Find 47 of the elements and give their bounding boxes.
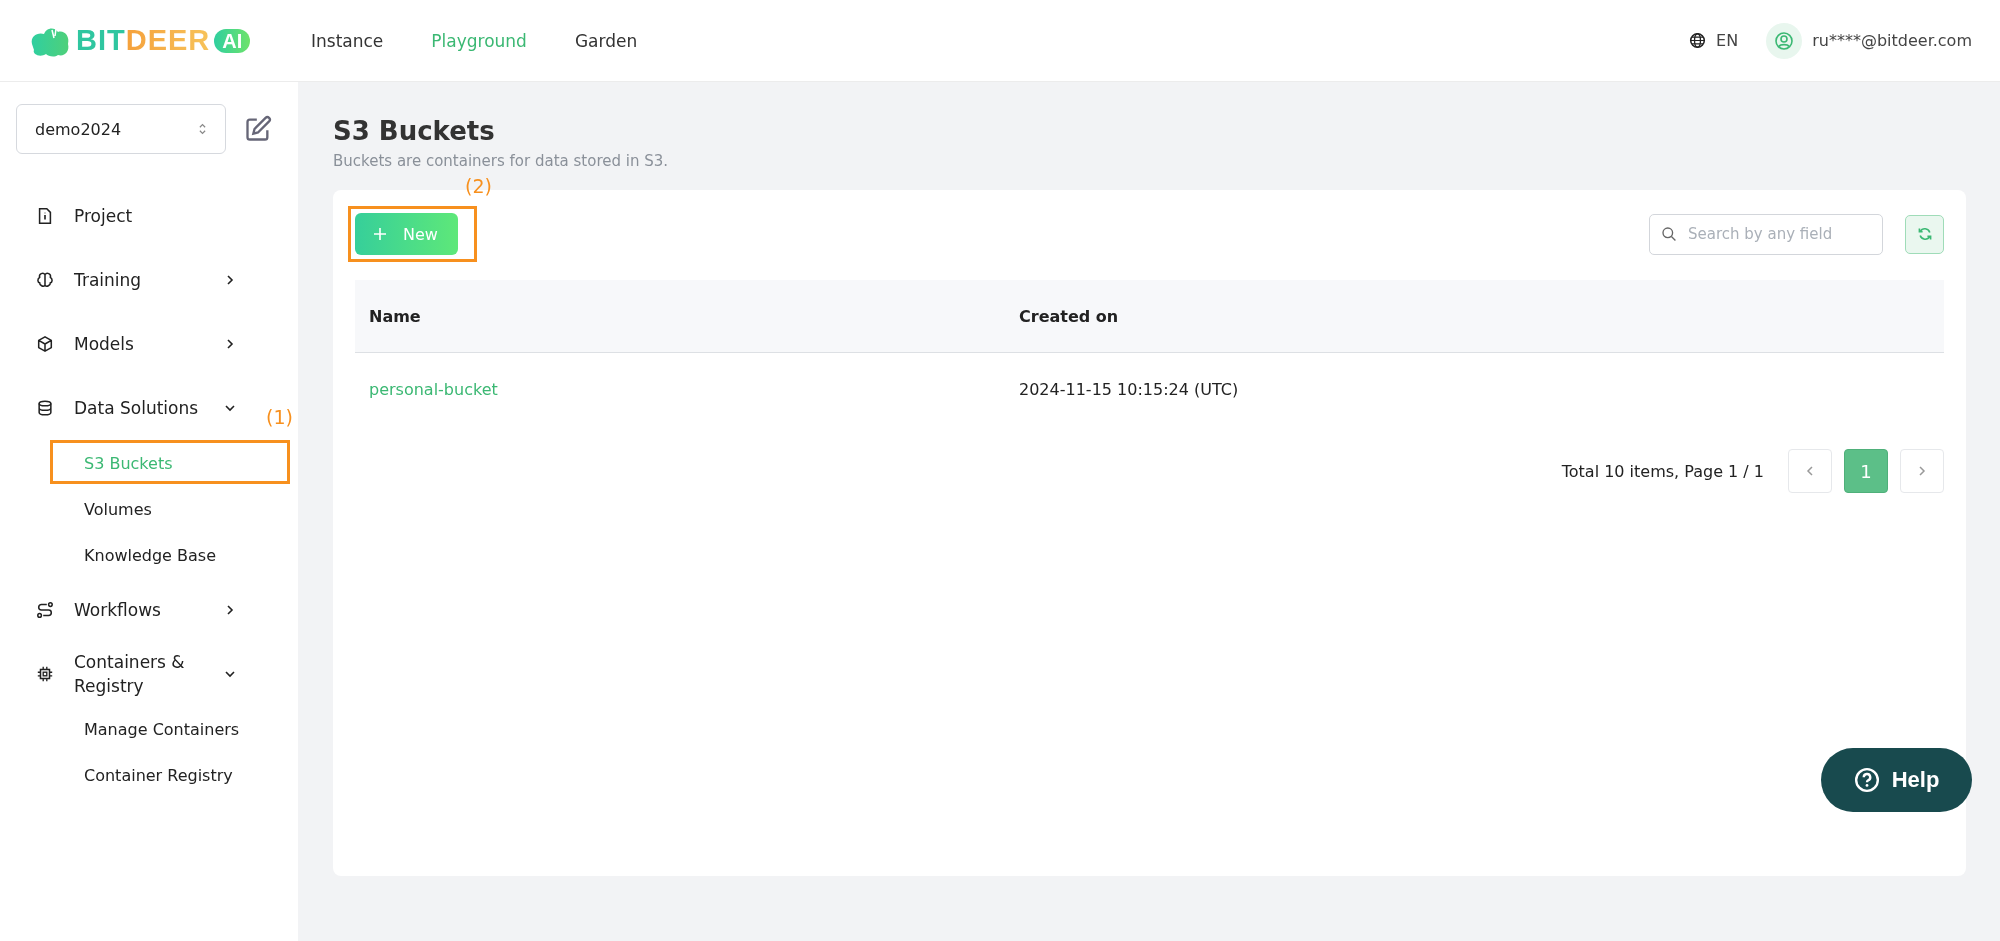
sidebar-subitem[interactable]: Container Registry <box>84 765 233 785</box>
help-button[interactable]: Help <box>1821 748 1972 812</box>
user-avatar-icon[interactable] <box>1766 22 1803 59</box>
logo-badge: AI <box>214 28 251 53</box>
document-icon <box>36 207 54 225</box>
sidebar-subitem[interactable]: Volumes <box>84 499 152 519</box>
sidebar-item[interactable]: Containers & Registry <box>16 642 252 706</box>
sidebar-item[interactable]: Models <box>16 312 252 376</box>
sidebar-item[interactable]: Project <box>16 184 252 248</box>
sidebar-subitem[interactable]: Knowledge Base <box>84 545 216 565</box>
refresh-icon <box>1916 226 1933 242</box>
up-down-chevron-icon <box>198 122 207 136</box>
search-field[interactable]: Search by any field <box>1649 213 1883 255</box>
cube-icon <box>36 335 54 353</box>
database-icon <box>36 399 54 417</box>
sidebar-item[interactable]: Workflows <box>16 578 252 642</box>
annotation-label: (2) <box>465 175 492 197</box>
nav-link[interactable]: Instance <box>311 30 384 51</box>
sidebar-item[interactable]: Data Solutions <box>16 376 252 440</box>
user-email[interactable]: ru****@bitdeer.com <box>1812 31 1972 50</box>
plus-icon <box>373 227 387 241</box>
globe-icon[interactable] <box>1689 32 1707 49</box>
sidebar-subitem[interactable]: Manage Containers <box>84 719 240 739</box>
pagination-summary: Total 10 items, Page 1 / 1 <box>1561 461 1764 481</box>
brain-icon <box>36 271 54 289</box>
workflow-icon <box>36 601 54 619</box>
page-title: S3 Buckets <box>333 116 496 146</box>
chevron-right-icon <box>1916 465 1928 477</box>
nav-link[interactable]: Garden <box>574 30 638 51</box>
edit-icon[interactable] <box>244 115 272 143</box>
annotation-label: (1) <box>266 406 293 428</box>
project-select[interactable]: demo2024 <box>16 104 226 154</box>
chevron-down-icon <box>224 402 236 414</box>
chevron-right-icon <box>224 338 236 350</box>
sidebar-item[interactable]: Training <box>16 248 252 312</box>
question-circle-icon <box>1853 767 1880 793</box>
language-label[interactable]: EN <box>1716 31 1739 50</box>
page-subtitle: Buckets are containers for data stored in S3. <box>333 152 670 170</box>
column-header: Created on <box>1019 306 1119 326</box>
chevron-right-icon <box>224 604 236 616</box>
table-cell: 2024-11-15 10:15:24 (UTC) <box>1019 379 1239 399</box>
chevron-down-icon <box>224 668 236 680</box>
refresh-button[interactable] <box>1905 214 1944 254</box>
chevron-right-icon <box>224 274 236 286</box>
chip-icon <box>36 665 54 683</box>
column-header: Name <box>369 306 421 326</box>
chevron-left-icon <box>1804 465 1816 477</box>
